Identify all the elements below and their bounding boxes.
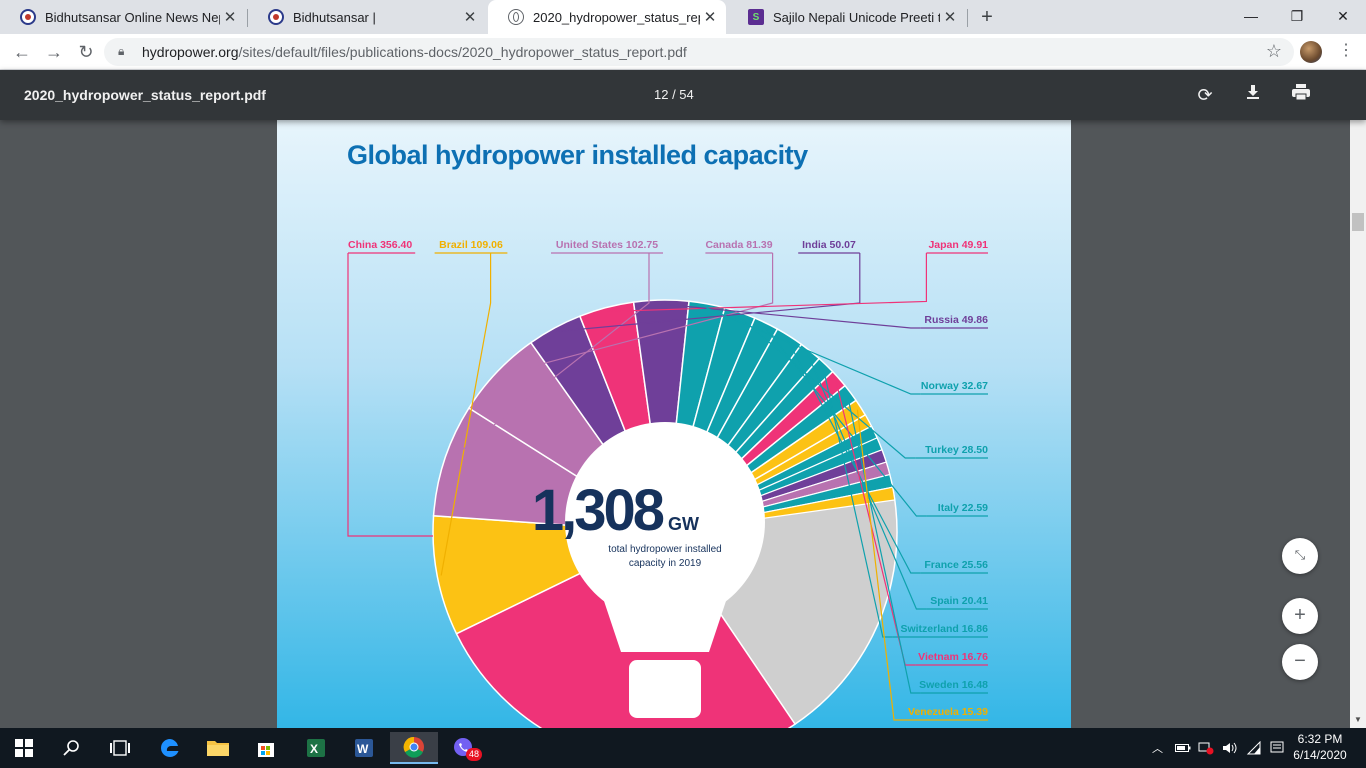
pdf-toolbar: 2020_hydropower_status_report.pdf 12 / 5… — [0, 70, 1366, 120]
reload-button[interactable]: ↻ — [72, 38, 100, 66]
volume-icon[interactable] — [1222, 728, 1238, 768]
close-icon[interactable]: ✕ — [460, 8, 480, 26]
browser-menu-icon[interactable]: ⋮ — [1336, 40, 1356, 64]
scrollbar-thumb[interactable] — [1352, 213, 1364, 231]
close-icon[interactable]: ✕ — [700, 8, 720, 26]
tab-label: Bidhutsansar Online News Nepal — [45, 9, 220, 25]
center-value: 1,308 — [532, 478, 664, 543]
slice-label-united-states: United States 102.75 — [556, 239, 658, 251]
pdf-viewport[interactable]: Global hydropower installed capacity 1,3… — [0, 120, 1366, 728]
tab-bidhutsansar-news[interactable]: Bidhutsansar Online News Nepal ✕ — [0, 0, 246, 34]
slice-label-turkey: Turkey 28.50 — [925, 444, 988, 456]
clock-date: 6/14/2020 — [1293, 748, 1347, 762]
scroll-down-arrow[interactable]: ▼ — [1350, 714, 1366, 726]
pdf-filename: 2020_hydropower_status_report.pdf — [24, 87, 266, 103]
bidhutsansar-favicon-icon — [20, 9, 36, 25]
restore-button[interactable]: ❐ — [1274, 0, 1320, 34]
battery-icon[interactable] — [1175, 728, 1191, 768]
system-clock[interactable]: 6:32 PM 6/14/2020 — [1290, 731, 1350, 763]
action-center-icon[interactable] — [1270, 728, 1284, 768]
label-leader-line — [347, 253, 433, 537]
slice-label-norway: Norway 32.67 — [921, 380, 988, 392]
slice-label-brazil: Brazil 109.06 — [439, 239, 503, 251]
slice-label-sweden: Sweden 16.48 — [919, 679, 988, 691]
slice-label-india: India 50.07 — [802, 239, 856, 251]
slice-label-china: China 356.40 — [348, 239, 412, 251]
tab-sajilo-unicode[interactable]: S Sajilo Nepali Unicode Preeti to U ✕ — [728, 0, 966, 34]
bidhutsansar-favicon-icon — [268, 9, 284, 25]
slice-label-switzerland: Switzerland 16.86 — [900, 623, 988, 635]
zoom-out-button[interactable]: − — [1282, 644, 1318, 680]
bookmark-star-icon[interactable]: ☆ — [1266, 41, 1282, 62]
store-icon[interactable] — [242, 732, 290, 764]
clock-time: 6:32 PM — [1297, 732, 1343, 746]
browser-toolbar: ← → ↻ 🔒︎ hydropower.org/sites/default/fi… — [0, 34, 1366, 70]
url-host: hydropower.org — [142, 44, 239, 60]
file-explorer-icon[interactable] — [194, 732, 242, 764]
download-icon[interactable] — [1239, 82, 1267, 110]
close-icon[interactable]: ✕ — [220, 8, 240, 26]
slice-label-vietnam: Vietnam 16.76 — [918, 651, 988, 663]
lock-icon: 🔒︎ — [118, 44, 125, 58]
tray-chevron-icon[interactable]: ︿ — [1152, 728, 1163, 768]
tab-hydropower-report[interactable]: 2020_hydropower_status_report. ✕ — [488, 0, 726, 34]
close-window-button[interactable]: ✕ — [1320, 0, 1366, 34]
bulb-neck — [601, 592, 729, 652]
capacity-pie-chart: 1,308 GW total hydropower installed capacit… — [347, 239, 988, 728]
bulb-base — [629, 660, 701, 718]
svg-text:W: W — [357, 742, 369, 756]
slice-label-canada: Canada 81.39 — [705, 239, 772, 251]
network-error-icon[interactable] — [1198, 728, 1214, 768]
globe-icon — [508, 9, 524, 25]
page-indicator[interactable]: 12 / 54 — [654, 87, 694, 102]
windows-start-icon[interactable] — [0, 732, 48, 764]
url-path: /sites/default/files/publications-docs/2… — [238, 44, 687, 60]
sajilo-favicon-icon: S — [748, 9, 764, 25]
close-icon[interactable]: ✕ — [940, 8, 960, 26]
slice-label-japan: Japan 49.91 — [928, 239, 988, 251]
tab-label: Sajilo Nepali Unicode Preeti to U — [773, 9, 940, 25]
back-button[interactable]: ← — [8, 38, 36, 66]
chrome-icon[interactable] — [390, 732, 438, 764]
svg-text:X: X — [310, 742, 318, 756]
minimize-button[interactable]: — — [1228, 0, 1274, 34]
address-bar[interactable]: 🔒︎ hydropower.org/sites/default/files/pu… — [104, 38, 1294, 66]
slice-label-russia: Russia 49.86 — [924, 314, 988, 326]
rotate-icon[interactable]: ⟳ — [1191, 82, 1219, 110]
slice-label-france: France 25.56 — [924, 559, 988, 571]
tab-label: Bidhutsansar | — [293, 9, 376, 25]
tab-label: 2020_hydropower_status_report. — [533, 9, 700, 25]
tab-bidhutsansar[interactable]: Bidhutsansar | ✕ — [248, 0, 486, 34]
center-caption-line-1: total hydropower installed — [608, 544, 721, 555]
profile-avatar[interactable] — [1300, 41, 1322, 63]
forward-button[interactable]: → — [40, 38, 68, 66]
notification-badge: 48 — [466, 748, 483, 761]
viber-icon[interactable]: 48 — [440, 732, 488, 764]
pdf-page: Global hydropower installed capacity 1,3… — [277, 120, 1071, 728]
wifi-icon[interactable] — [1246, 728, 1262, 768]
tab-separator — [967, 9, 968, 27]
tab-strip: Bidhutsansar Online News Nepal ✕ Bidhuts… — [0, 0, 1366, 34]
excel-icon[interactable]: X — [292, 732, 340, 764]
task-view-icon[interactable] — [96, 732, 144, 764]
fit-to-page-button[interactable]: ⤡ — [1282, 538, 1318, 574]
center-caption-line-2: capacity in 2019 — [629, 558, 702, 569]
print-icon[interactable] — [1287, 82, 1315, 110]
center-unit: GW — [668, 514, 699, 534]
slice-label-venezuela: Venezuela 15.39 — [908, 706, 988, 718]
slice-label-spain: Spain 20.41 — [930, 595, 988, 607]
slice-label-italy: Italy 22.59 — [938, 502, 988, 514]
search-icon[interactable] — [48, 732, 96, 764]
word-icon[interactable]: W — [340, 732, 388, 764]
zoom-in-button[interactable]: + — [1282, 598, 1318, 634]
scrollbar-track[interactable] — [1350, 70, 1366, 728]
windows-taskbar: X W 48 ︿ 6:32 PM 6/14/2020 — [0, 728, 1366, 768]
new-tab-button[interactable]: + — [976, 6, 998, 28]
edge-browser-icon[interactable] — [146, 732, 194, 764]
url-text[interactable]: hydropower.org/sites/default/files/publi… — [142, 44, 687, 60]
